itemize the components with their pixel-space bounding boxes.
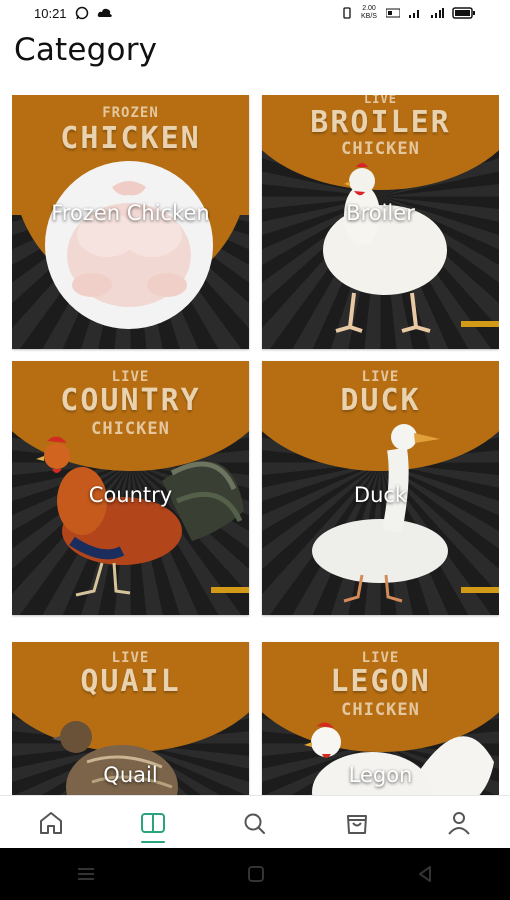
category-card-legon[interactable]: LIVE LEGON CHICKEN Legon [262,642,499,797]
nav-cart[interactable] [337,803,377,843]
bottom-navigation [0,795,510,849]
wifi-signal-icon [431,8,444,18]
card-tag [461,321,499,327]
card-tag [461,587,499,593]
menu-icon[interactable] [75,866,97,882]
category-label: Broiler [346,201,415,225]
category-label: Legon [348,763,413,787]
back-icon[interactable] [415,864,435,884]
shopping-bag-icon [347,814,367,834]
nav-profile[interactable] [439,803,479,843]
network-speed: 2.00 KB/S [361,5,377,20]
category-card-broiler[interactable]: LIVE BROILER CHICKEN Broiler [262,95,499,349]
home-square-icon[interactable] [246,864,266,884]
category-card-quail[interactable]: LIVE QUAIL Quail [12,642,249,797]
battery-icon [452,7,475,19]
page-title: Category [14,32,158,68]
status-right: 2.00 KB/S [342,5,476,21]
vibrate-icon [343,7,351,19]
volte-icon [386,8,400,18]
home-icon [40,811,62,834]
category-label: Quail [103,763,158,787]
category-label: Country [88,483,173,507]
category-grid: FROZEN CHICKEN Frozen Chicken LIVE BROIL… [12,95,499,797]
category-card-frozen-chicken[interactable]: FROZEN CHICKEN Frozen Chicken [12,95,249,349]
category-label: Duck [353,483,408,507]
nav-categories[interactable] [133,803,173,843]
status-left: 10:21 [34,6,113,21]
cloud-icon [97,8,112,17]
search-icon [244,813,265,834]
category-card-country[interactable]: LIVE COUNTRY CHICKEN Country [12,361,249,615]
profile-icon [448,811,470,835]
book-icon [141,812,165,833]
category-card-duck[interactable]: LIVE DUCK Duck [262,361,499,615]
nav-search[interactable] [235,803,275,843]
signal-icon [409,10,419,18]
active-indicator [141,840,165,843]
whatsapp-icon [75,6,88,20]
category-label: Frozen Chicken [51,201,210,225]
system-navigation-bar [0,848,510,900]
status-time: 10:21 [34,5,67,21]
card-tag [211,587,249,593]
status-bar: 10:21 2.00 KB/S [0,0,510,26]
nav-home[interactable] [31,803,71,843]
